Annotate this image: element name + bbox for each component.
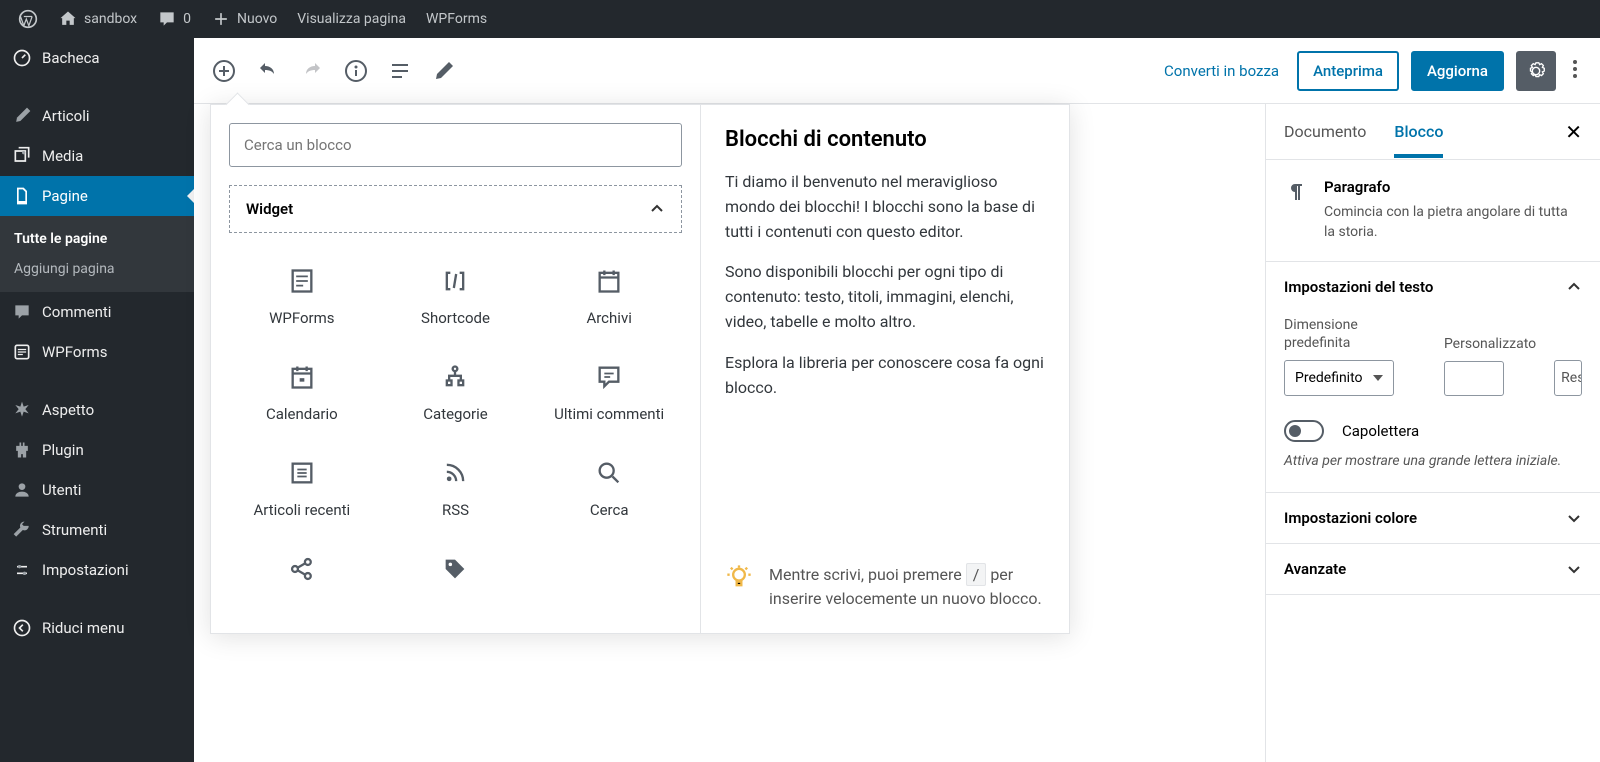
- sidebar-users[interactable]: Utenti: [0, 470, 194, 510]
- preset-label: Dimensione predefinita: [1284, 316, 1426, 352]
- sidebar-comments[interactable]: Commenti: [0, 292, 194, 332]
- block-wpforms[interactable]: WPForms: [229, 257, 375, 345]
- custom-label: Personalizzato: [1444, 335, 1536, 353]
- update-button[interactable]: Aggiorna: [1411, 51, 1504, 91]
- add-block-button[interactable]: [212, 59, 236, 83]
- info-button[interactable]: [344, 59, 368, 83]
- color-settings-toggle[interactable]: Impostazioni colore: [1266, 493, 1600, 543]
- block-rss[interactable]: RSS: [383, 449, 529, 537]
- block-search[interactable]: Cerca: [536, 449, 682, 537]
- slash-key: /: [966, 563, 987, 586]
- chevron-down-icon: [1566, 561, 1582, 577]
- preview-button[interactable]: Anteprima: [1297, 51, 1399, 91]
- block-search-input[interactable]: [229, 123, 682, 167]
- color-settings-section: Impostazioni colore: [1266, 493, 1600, 544]
- view-page[interactable]: Visualizza pagina: [287, 0, 416, 38]
- chevron-up-icon: [1566, 279, 1582, 295]
- sidebar-pages[interactable]: Pagine: [0, 176, 194, 216]
- settings-tabs: Documento Blocco ✕: [1266, 104, 1600, 160]
- block-latest-comments[interactable]: Ultimi commenti: [536, 353, 682, 441]
- text-settings-section: Impostazioni del testo Dimensione predef…: [1266, 262, 1600, 493]
- new-content[interactable]: Nuovo: [201, 0, 287, 38]
- inserter-p1: Ti diamo il benvenuto nel meraviglioso m…: [725, 170, 1045, 244]
- block-desc: Comincia con la pietra angolare di tutta…: [1324, 202, 1582, 243]
- block-tag[interactable]: [383, 545, 529, 615]
- redo-button[interactable]: [300, 59, 324, 83]
- reset-size-button[interactable]: Reset: [1554, 360, 1582, 396]
- inserter-category-toggle[interactable]: Widget: [229, 185, 682, 233]
- outline-button[interactable]: [388, 59, 412, 83]
- comments-link[interactable]: 0: [147, 0, 201, 38]
- dropcap-toggle[interactable]: [1284, 420, 1324, 442]
- inserter-p2: Sono disponibili blocchi per ogni tipo d…: [725, 260, 1045, 334]
- site-link[interactable]: sandbox: [48, 0, 147, 38]
- admin-sidebar: Bacheca Articoli Media Pagine Tutte le p…: [0, 38, 194, 762]
- sidebar-plugins[interactable]: Plugin: [0, 430, 194, 470]
- submenu-all-pages[interactable]: Tutte le pagine: [0, 224, 194, 254]
- custom-size-input[interactable]: [1444, 361, 1504, 396]
- inserter-tip: Mentre scrivi, puoi premere / per inseri…: [725, 563, 1045, 611]
- inserter-p3: Esplora la libreria per conoscere cosa f…: [725, 351, 1045, 401]
- block-shortcode[interactable]: Shortcode: [383, 257, 529, 345]
- block-inserter: Widget WPForms Shortcode Archivi Calenda…: [210, 104, 1070, 634]
- block-calendar[interactable]: Calendario: [229, 353, 375, 441]
- edit-button[interactable]: [432, 59, 456, 83]
- font-size-select[interactable]: Predefinito: [1284, 360, 1394, 396]
- text-settings-toggle[interactable]: Impostazioni del testo: [1266, 262, 1600, 312]
- switch-to-draft[interactable]: Converti in bozza: [1158, 62, 1285, 80]
- editor-main: Converti in bozza Anteprima Aggiorna Wid…: [194, 38, 1600, 762]
- sidebar-appearance[interactable]: Aspetto: [0, 390, 194, 430]
- block-categories[interactable]: Categorie: [383, 353, 529, 441]
- sidebar-settings[interactable]: Impostazioni: [0, 550, 194, 590]
- undo-button[interactable]: [256, 59, 280, 83]
- submenu-add-page[interactable]: Aggiungi pagina: [0, 254, 194, 284]
- wpforms-adminbar[interactable]: WPForms: [416, 0, 497, 38]
- comments-count: 0: [183, 11, 191, 27]
- wp-logo[interactable]: [8, 0, 48, 38]
- new-label: Nuovo: [237, 11, 277, 27]
- block-card: Paragrafo Comincia con la pietra angolar…: [1266, 160, 1600, 262]
- sidebar-media[interactable]: Media: [0, 136, 194, 176]
- pages-submenu: Tutte le pagine Aggiungi pagina: [0, 216, 194, 292]
- sidebar-collapse[interactable]: Riduci menu: [0, 608, 194, 648]
- settings-toggle[interactable]: [1516, 51, 1556, 91]
- site-name: sandbox: [84, 11, 137, 27]
- lightbulb-icon: [725, 563, 753, 591]
- advanced-section: Avanzate: [1266, 544, 1600, 595]
- more-menu[interactable]: [1568, 57, 1582, 85]
- dropcap-label: Capolettera: [1342, 422, 1419, 440]
- sidebar-posts[interactable]: Articoli: [0, 96, 194, 136]
- block-social[interactable]: [229, 545, 375, 615]
- advanced-toggle[interactable]: Avanzate: [1266, 544, 1600, 594]
- block-title: Paragrafo: [1324, 178, 1582, 196]
- sidebar-wpforms[interactable]: WPForms: [0, 332, 194, 372]
- admin-bar: sandbox 0 Nuovo Visualizza pagina WPForm…: [0, 0, 1600, 38]
- block-archives[interactable]: Archivi: [536, 257, 682, 345]
- settings-panel: Documento Blocco ✕ Paragrafo Comincia co…: [1265, 104, 1600, 762]
- sidebar-tools[interactable]: Strumenti: [0, 510, 194, 550]
- inserter-desc-title: Blocchi di contenuto: [725, 127, 1045, 152]
- dropcap-help: Attiva per mostrare una grande lettera i…: [1284, 452, 1582, 472]
- chevron-down-icon: [1566, 510, 1582, 526]
- close-panel[interactable]: ✕: [1565, 120, 1582, 144]
- tab-block[interactable]: Blocco: [1394, 106, 1443, 158]
- sidebar-dashboard[interactable]: Bacheca: [0, 38, 194, 78]
- block-latest-posts[interactable]: Articoli recenti: [229, 449, 375, 537]
- paragraph-icon: [1284, 180, 1308, 204]
- editor-header: Converti in bozza Anteprima Aggiorna: [194, 38, 1600, 104]
- chevron-up-icon: [649, 201, 665, 217]
- tab-document[interactable]: Documento: [1284, 106, 1366, 157]
